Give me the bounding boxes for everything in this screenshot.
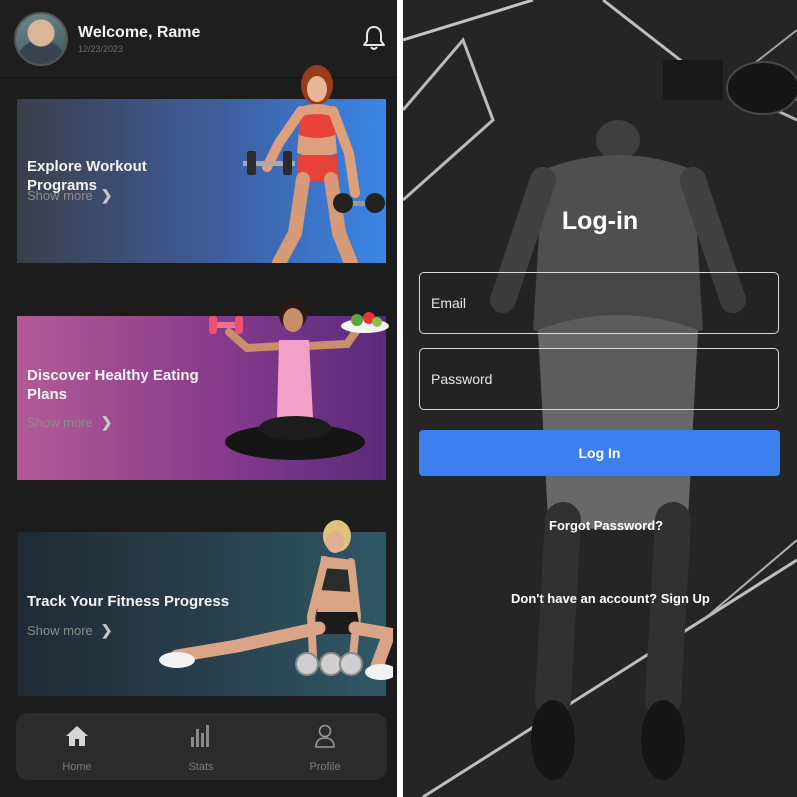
nav-item-home[interactable]: Home [37,721,117,773]
nav-item-profile[interactable]: Profile [285,721,365,773]
password-field[interactable] [419,348,779,410]
chevron-right-icon: ❯ [100,187,113,203]
chevron-right-icon: ❯ [100,622,113,638]
nav-label: Stats [188,761,214,773]
show-more-link[interactable]: Show more ❯ [27,622,112,639]
show-more-label: Show more [27,188,93,203]
user-icon [285,721,365,751]
card-title: Discover Healthy Eating Plans [27,367,199,403]
show-more-label: Show more [27,415,93,430]
login-screen: Log-in Log In Forgot Password? Don't hav… [403,0,797,797]
bottom-navigation: Home Stats Profile [16,713,387,780]
signup-link[interactable]: Don't have an account? Sign Up [511,591,710,606]
email-input[interactable] [420,273,778,333]
bell-icon[interactable] [361,24,387,52]
chevron-right-icon: ❯ [100,414,113,430]
date-text: 12/23/2023 [78,44,124,54]
forgot-password-link[interactable]: Forgot Password? [549,518,663,533]
fitness-progress-card[interactable]: Track Your Fitness Progress Show more ❯ [17,520,393,696]
login-title: Log-in [561,207,639,235]
nav-label: Profile [309,761,341,773]
welcome-text: Welcome, Rame [78,24,201,41]
nav-label: Home [62,761,92,773]
home-screen: Welcome, Rame 12/23/2023 Explore Workout… [0,0,397,797]
show-more-link[interactable]: Show more ❯ [27,414,112,431]
workout-programs-card[interactable]: Explore Workout Programs Show more ❯ [17,65,386,263]
avatar[interactable] [14,12,68,66]
athlete-dumbbell-image [243,65,385,263]
email-field[interactable] [419,272,779,334]
nav-item-stats[interactable]: Stats [161,721,241,773]
login-button[interactable]: Log In [419,430,780,476]
password-input[interactable] [420,349,778,409]
woman-healthy-food-image [209,298,389,460]
show-more-link[interactable]: Show more ❯ [27,187,112,204]
show-more-label: Show more [27,623,93,638]
card-title: Track Your Fitness Progress [27,593,230,610]
bar-chart-icon [161,721,241,751]
home-icon [37,721,117,751]
healthy-eating-card[interactable]: Discover Healthy Eating Plans Show more … [17,298,389,480]
